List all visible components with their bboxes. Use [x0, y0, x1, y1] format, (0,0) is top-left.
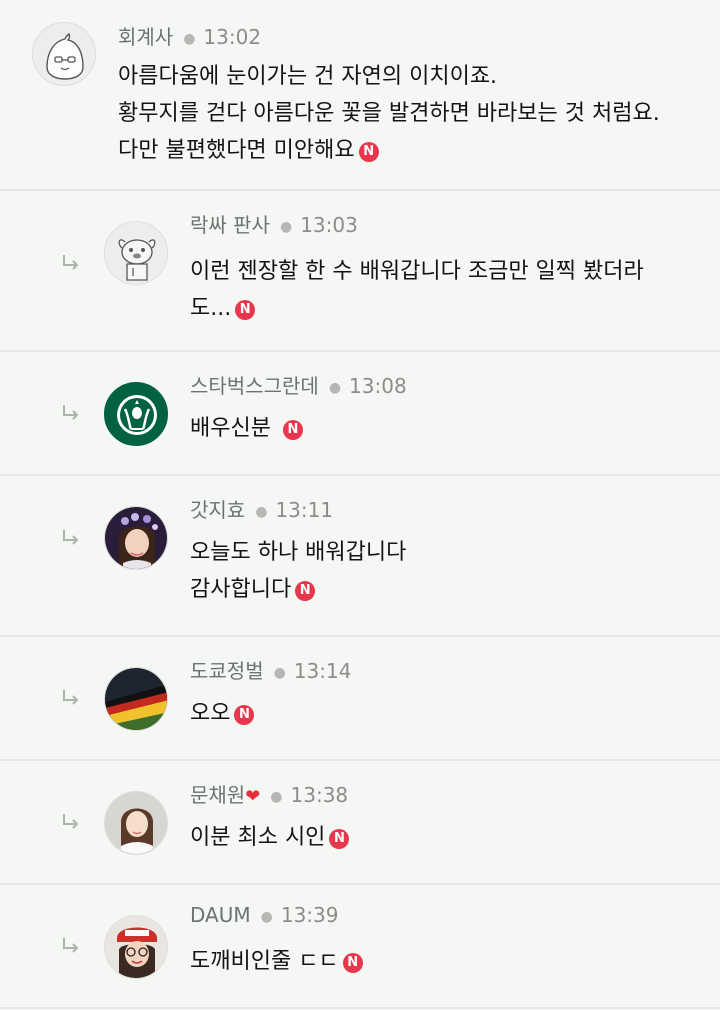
comment-text: 오오 N: [190, 695, 255, 732]
author-name[interactable]: 도쿄정벌: [190, 659, 264, 683]
comment-line: 아름다움에 눈이가는 건 자연의 이치이죠.: [118, 64, 498, 89]
comment-text: 이분 최소 시인 N: [190, 819, 350, 856]
reply-arrow-icon: [63, 938, 79, 953]
comment-meta: 문채원❤ ● 13:38: [190, 779, 348, 808]
reply-arrow-icon: [63, 405, 79, 420]
separator-dot: ●: [279, 218, 293, 235]
avatar[interactable]: [104, 667, 168, 731]
person-photo-avatar: [105, 792, 167, 854]
new-badge-icon: N: [295, 581, 316, 601]
comment-line: 도깨비인줄 ㄷㄷ: [190, 949, 339, 974]
comment-meta: DAUM ● 13:39: [190, 903, 338, 927]
author-name[interactable]: 갓지효: [190, 498, 245, 522]
timestamp: 13:11: [275, 498, 334, 522]
timestamp: 13:39: [280, 903, 339, 927]
comment-text: 배우신분 N: [190, 410, 303, 447]
comment-item: 스타벅스그란데 ● 13:08 배우신분 N: [0, 352, 720, 476]
comment-text: 아름다움에 눈이가는 건 자연의 이치이죠. 황무지를 걷다 아름다운 꽃을 발…: [118, 58, 660, 169]
muzi-avatar-icon: [105, 222, 167, 284]
reply-arrow-icon: [63, 255, 79, 270]
author-name[interactable]: 문채원: [190, 783, 245, 807]
apeach-avatar-icon: [33, 23, 95, 85]
starbucks-logo-avatar: [105, 383, 167, 445]
new-badge-icon: N: [234, 705, 255, 725]
comment-item: 회계사 ● 13:02 아름다움에 눈이가는 건 자연의 이치이죠. 황무지를 걷다…: [0, 0, 720, 191]
avatar[interactable]: [104, 382, 168, 446]
comment-line: 황무지를 걷다 아름다운 꽃을 발견하면 바라보는 것 처럼요.: [118, 101, 660, 126]
comment-line: 도...: [190, 296, 232, 321]
comment-line: 오오: [190, 701, 231, 726]
heart-icon: ❤: [245, 786, 261, 807]
author-name[interactable]: 락싸 판사: [190, 213, 270, 237]
avatar[interactable]: [104, 506, 168, 570]
avatar[interactable]: [104, 791, 168, 855]
author-name[interactable]: 스타벅스그란데: [190, 374, 319, 398]
avatar[interactable]: [104, 221, 168, 285]
comment-meta: 도쿄정벌 ● 13:14: [190, 655, 351, 684]
new-badge-icon: N: [342, 953, 363, 973]
comment-text: 도깨비인줄 ㄷㄷ N: [190, 943, 363, 980]
new-badge-icon: N: [282, 420, 303, 440]
comment-line: 감사합니다: [190, 577, 292, 602]
separator-dot: ●: [255, 503, 268, 520]
new-badge-icon: N: [358, 142, 379, 162]
comment-item: 도쿄정벌 ● 13:14 오오 N: [0, 637, 720, 761]
comment-item: 문채원❤ ● 13:38 이분 최소 시인 N: [0, 761, 720, 885]
comment-line: 이런 젠장할 한 수 배워갑니다 조금만 일찍 봤더라: [190, 259, 644, 284]
comment-line: 오늘도 하나 배워갑니다: [190, 540, 407, 565]
person-photo-avatar: [105, 916, 167, 978]
timestamp: 13:03: [300, 213, 358, 237]
separator-dot: ●: [273, 664, 286, 681]
timestamp: 13:02: [203, 25, 262, 49]
new-badge-icon: N: [235, 300, 256, 320]
reply-arrow-icon: [63, 530, 79, 545]
avatar[interactable]: [104, 915, 168, 979]
reply-arrow-icon: [63, 814, 79, 829]
new-badge-icon: N: [329, 829, 350, 849]
timestamp: 13:14: [293, 659, 352, 683]
comment-item: DAUM ● 13:39 도깨비인줄 ㄷㄷ N: [0, 885, 720, 1009]
comment-meta: 스타벅스그란데 ● 13:08: [190, 370, 407, 399]
separator-dot: ●: [183, 30, 196, 47]
timestamp: 13:38: [290, 783, 349, 807]
avatar[interactable]: [32, 22, 96, 86]
comment-line: 다만 불편했다면 미안해요: [118, 138, 355, 163]
person-photo-avatar: [105, 507, 167, 569]
reply-arrow-icon: [63, 690, 79, 705]
comment-item: 갓지효 ● 13:11 오늘도 하나 배워갑니다 감사합니다 N: [0, 476, 720, 637]
comment-line: 배우신분: [190, 416, 271, 441]
comment-meta: 갓지효 ● 13:11: [190, 494, 333, 523]
separator-dot: ●: [260, 908, 273, 925]
author-name[interactable]: 회계사: [118, 25, 173, 49]
comment-text: 오늘도 하나 배워갑니다 감사합니다 N: [190, 534, 406, 608]
comment-line: 이분 최소 시인: [190, 825, 326, 850]
timestamp: 13:08: [349, 374, 407, 398]
comment-meta: 회계사 ● 13:02: [118, 21, 261, 50]
author-name[interactable]: DAUM: [190, 903, 251, 927]
separator-dot: ●: [328, 379, 342, 396]
comment-text: 이런 젠장할 한 수 배워갑니다 조금만 일찍 봤더라 도... N: [190, 253, 644, 327]
comment-meta: 락싸 판사 ● 13:03: [190, 209, 358, 238]
comment-item: 락싸 판사 ● 13:03 이런 젠장할 한 수 배워갑니다 조금만 일찍 봤더라 …: [0, 191, 720, 352]
flag-photo-avatar: [105, 668, 167, 730]
separator-dot: ●: [270, 788, 283, 805]
